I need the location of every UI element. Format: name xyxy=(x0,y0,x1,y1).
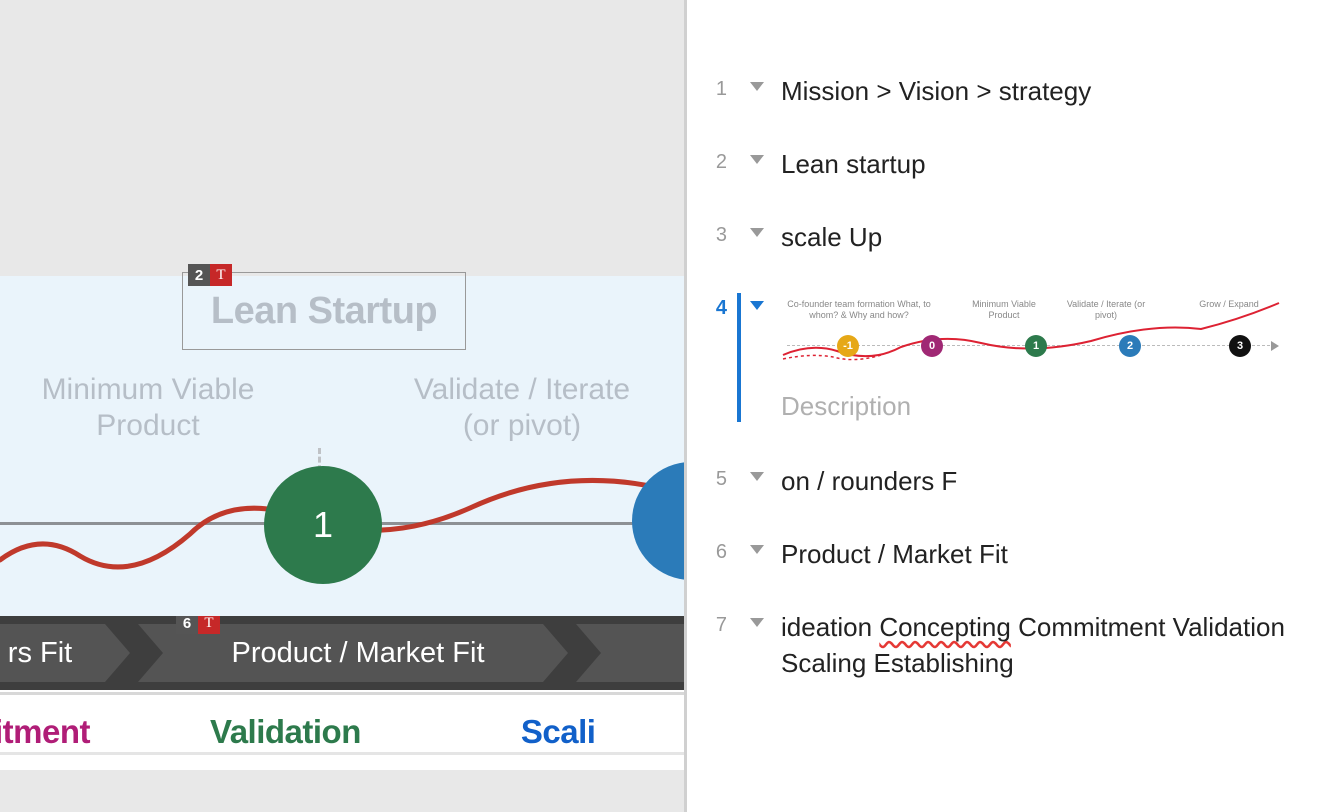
row-number: 2 xyxy=(687,147,727,174)
chevron-down-icon xyxy=(750,301,764,310)
row-title[interactable]: Lean startup xyxy=(781,147,1314,182)
chevron-down-icon xyxy=(750,545,764,554)
outline-row-2[interactable]: 2 Lean startup xyxy=(687,141,1334,188)
row-gutter xyxy=(737,464,741,499)
element-index-badge: 2 xyxy=(188,264,210,286)
slide-thumbnail[interactable]: Co-founder team formation What, to whom?… xyxy=(781,293,1281,373)
thumb-curve xyxy=(781,293,1281,373)
canvas-pane[interactable]: Lean Startup 2 T Minimum Viable Product … xyxy=(0,0,684,812)
tag-scaling: Scali xyxy=(521,713,596,751)
outline-row-1[interactable]: 1 Mission > Vision > strategy xyxy=(687,68,1334,115)
row-number: 6 xyxy=(687,537,727,564)
outline-pane[interactable]: 1 Mission > Vision > strategy 2 Lean sta… xyxy=(687,0,1334,812)
outline-row-7[interactable]: 7 ideation Concepting Commitment Validat… xyxy=(687,604,1334,686)
row-number: 7 xyxy=(687,610,727,637)
stage-node-1[interactable]: 1 xyxy=(264,466,382,584)
diagram-title: Lean Startup xyxy=(211,290,437,333)
stage-node-2[interactable] xyxy=(632,462,684,580)
disclosure-toggle[interactable] xyxy=(747,537,767,554)
row-title[interactable]: on / rounders F xyxy=(781,464,1314,499)
text-type-badge-icon-6: T xyxy=(198,616,220,634)
row-number: 5 xyxy=(687,464,727,491)
row-title[interactable]: ideation Concepting Commitment Validatio… xyxy=(781,610,1314,680)
stage-label-mvp: Minimum Viable Product xyxy=(28,372,268,444)
outline-row-3[interactable]: 3 scale Up xyxy=(687,214,1334,261)
disclosure-toggle[interactable] xyxy=(747,220,767,237)
row-title[interactable]: scale Up xyxy=(781,220,1314,255)
canvas-content[interactable]: Lean Startup 2 T Minimum Viable Product … xyxy=(0,276,684,770)
tag-commitment: itment xyxy=(0,713,90,751)
outline-row-5[interactable]: 5 on / rounders F xyxy=(687,458,1334,505)
disclosure-toggle[interactable] xyxy=(747,147,767,164)
outline-row-6[interactable]: 6 Product / Market Fit xyxy=(687,531,1334,578)
row-gutter-active xyxy=(737,293,741,422)
stage-tags-row: itment Validation Scali xyxy=(0,690,684,770)
text-type-badge-icon: T xyxy=(210,264,232,286)
row-gutter xyxy=(737,147,741,182)
row-title[interactable]: Mission > Vision > strategy xyxy=(781,74,1314,109)
lean-startup-diagram[interactable]: Lean Startup 2 T Minimum Viable Product … xyxy=(0,276,684,616)
row-number: 3 xyxy=(687,220,727,247)
chevron-down-icon xyxy=(750,82,764,91)
disclosure-toggle[interactable] xyxy=(747,293,767,310)
title-part-b-spellerror: Concepting xyxy=(879,612,1011,642)
disclosure-toggle[interactable] xyxy=(747,74,767,91)
outline-row-4[interactable]: 4 Co-founder team formation What, to who… xyxy=(687,287,1334,428)
chevron-seg-left[interactable]: rs Fit xyxy=(0,624,130,682)
title-part-a: ideation xyxy=(781,612,879,642)
description-placeholder[interactable]: Description xyxy=(781,391,1314,422)
disclosure-toggle[interactable] xyxy=(747,610,767,627)
element-index-badge-6: 6 xyxy=(176,616,198,634)
stage-label-validate: Validate / Iterate (or pivot) xyxy=(392,372,652,444)
row-number: 4 xyxy=(687,293,727,320)
row-gutter xyxy=(737,220,741,255)
row-title[interactable]: Product / Market Fit xyxy=(781,537,1314,572)
element-badge-group-2: 2 T xyxy=(188,264,232,286)
row-gutter xyxy=(737,74,741,109)
chevron-down-icon xyxy=(750,228,764,237)
chevron-down-icon xyxy=(750,472,764,481)
stage-node-1-value: 1 xyxy=(313,504,333,546)
chevron-left-label: rs Fit xyxy=(8,637,72,670)
row-gutter xyxy=(737,610,741,680)
chevron-down-icon xyxy=(750,618,764,627)
tag-validation: Validation xyxy=(210,713,361,751)
chevron-seg-right[interactable] xyxy=(576,624,684,682)
chevron-strip[interactable]: rs Fit Product / Market Fit 6 T xyxy=(0,616,684,690)
row-gutter xyxy=(737,537,741,572)
disclosure-toggle[interactable] xyxy=(747,464,767,481)
element-badge-group-6: 6 T xyxy=(176,616,220,634)
chevron-center-label: Product / Market Fit xyxy=(231,637,484,670)
chevron-down-icon xyxy=(750,155,764,164)
row-number: 1 xyxy=(687,74,727,101)
